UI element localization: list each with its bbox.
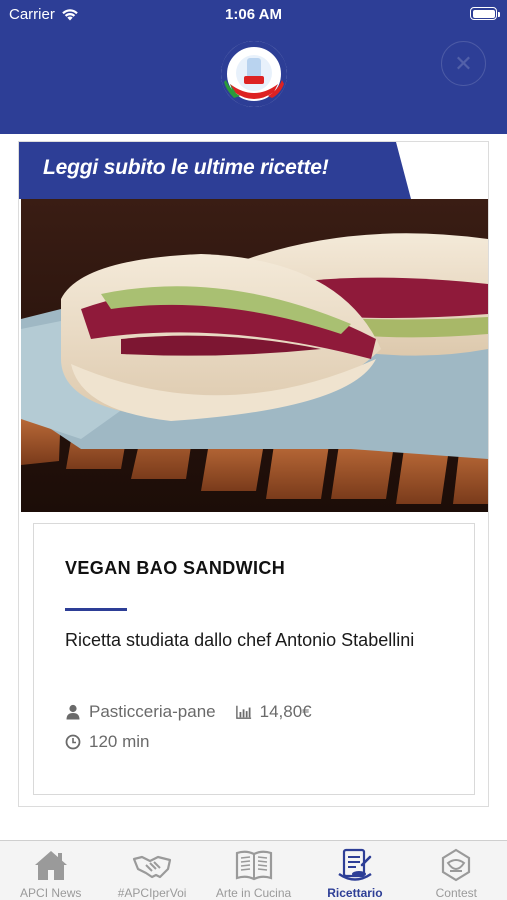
book-icon — [235, 850, 272, 881]
recipe-book-icon — [338, 848, 372, 881]
recipe-card[interactable]: VEGAN BAO SANDWICH Ricetta studiata dall… — [33, 523, 475, 795]
home-icon — [34, 851, 67, 880]
tab-label: Contest — [435, 886, 477, 900]
recipe-meta-row: Pasticceria-pane 14,80€ — [65, 702, 312, 722]
recipe-cost: 14,80€ — [235, 702, 312, 722]
tab-apci-per-voi[interactable]: #APCIperVoi — [101, 841, 202, 900]
tab-label: #APCIperVoi — [117, 886, 187, 900]
app-header: Carrier 1:06 AM APCI ✕ — [0, 0, 507, 134]
tab-label: Ricettario — [327, 886, 383, 900]
recipe-image[interactable] — [21, 199, 488, 512]
tab-arte-in-cucina[interactable]: Arte in Cucina — [203, 841, 304, 900]
contest-icon — [442, 848, 471, 882]
recipe-time-row: 120 min — [65, 732, 149, 752]
recipe-category-label: Pasticceria-pane — [89, 702, 216, 721]
svg-text:APCI: APCI — [249, 47, 259, 52]
close-button[interactable]: ✕ — [441, 41, 486, 86]
clock-icon — [65, 734, 81, 750]
banner-heading: Leggi subito le ultime ricette! — [43, 156, 329, 179]
status-time: 1:06 AM — [225, 6, 282, 23]
recipe-title: VEGAN BAO SANDWICH — [65, 558, 286, 578]
tab-label: APCI News — [20, 886, 82, 900]
recipe-cost-label: 14,80€ — [259, 702, 312, 721]
tab-ricettario[interactable]: Ricettario — [304, 841, 405, 900]
tab-apci-news[interactable]: APCI News — [0, 841, 101, 900]
user-icon — [66, 704, 80, 720]
tab-label: Arte in Cucina — [215, 886, 292, 900]
latest-recipes-card[interactable]: Leggi subito le ultime ricette! VEGAN BA… — [18, 141, 489, 807]
recipe-time: 120 min — [65, 732, 149, 752]
recipe-description: Ricetta studiata dallo chef Antonio Stab… — [65, 630, 415, 650]
title-underline — [65, 608, 127, 611]
recipe-time-label: 120 min — [89, 732, 150, 751]
battery-icon — [470, 7, 500, 20]
close-icon: ✕ — [454, 50, 473, 76]
main-content: Leggi subito le ultime ricette! VEGAN BA… — [0, 134, 507, 840]
status-bar: Carrier 1:06 AM — [0, 0, 507, 28]
tab-contest[interactable]: Contest — [406, 841, 507, 900]
recipe-category: Pasticceria-pane — [65, 702, 216, 722]
tab-bar: APCI News #APCIperVoi Arte in Cucina Ric… — [0, 840, 507, 900]
handshake-icon — [133, 855, 172, 879]
bar-chart-icon — [235, 705, 251, 719]
apci-logo[interactable]: APCI — [220, 40, 288, 108]
